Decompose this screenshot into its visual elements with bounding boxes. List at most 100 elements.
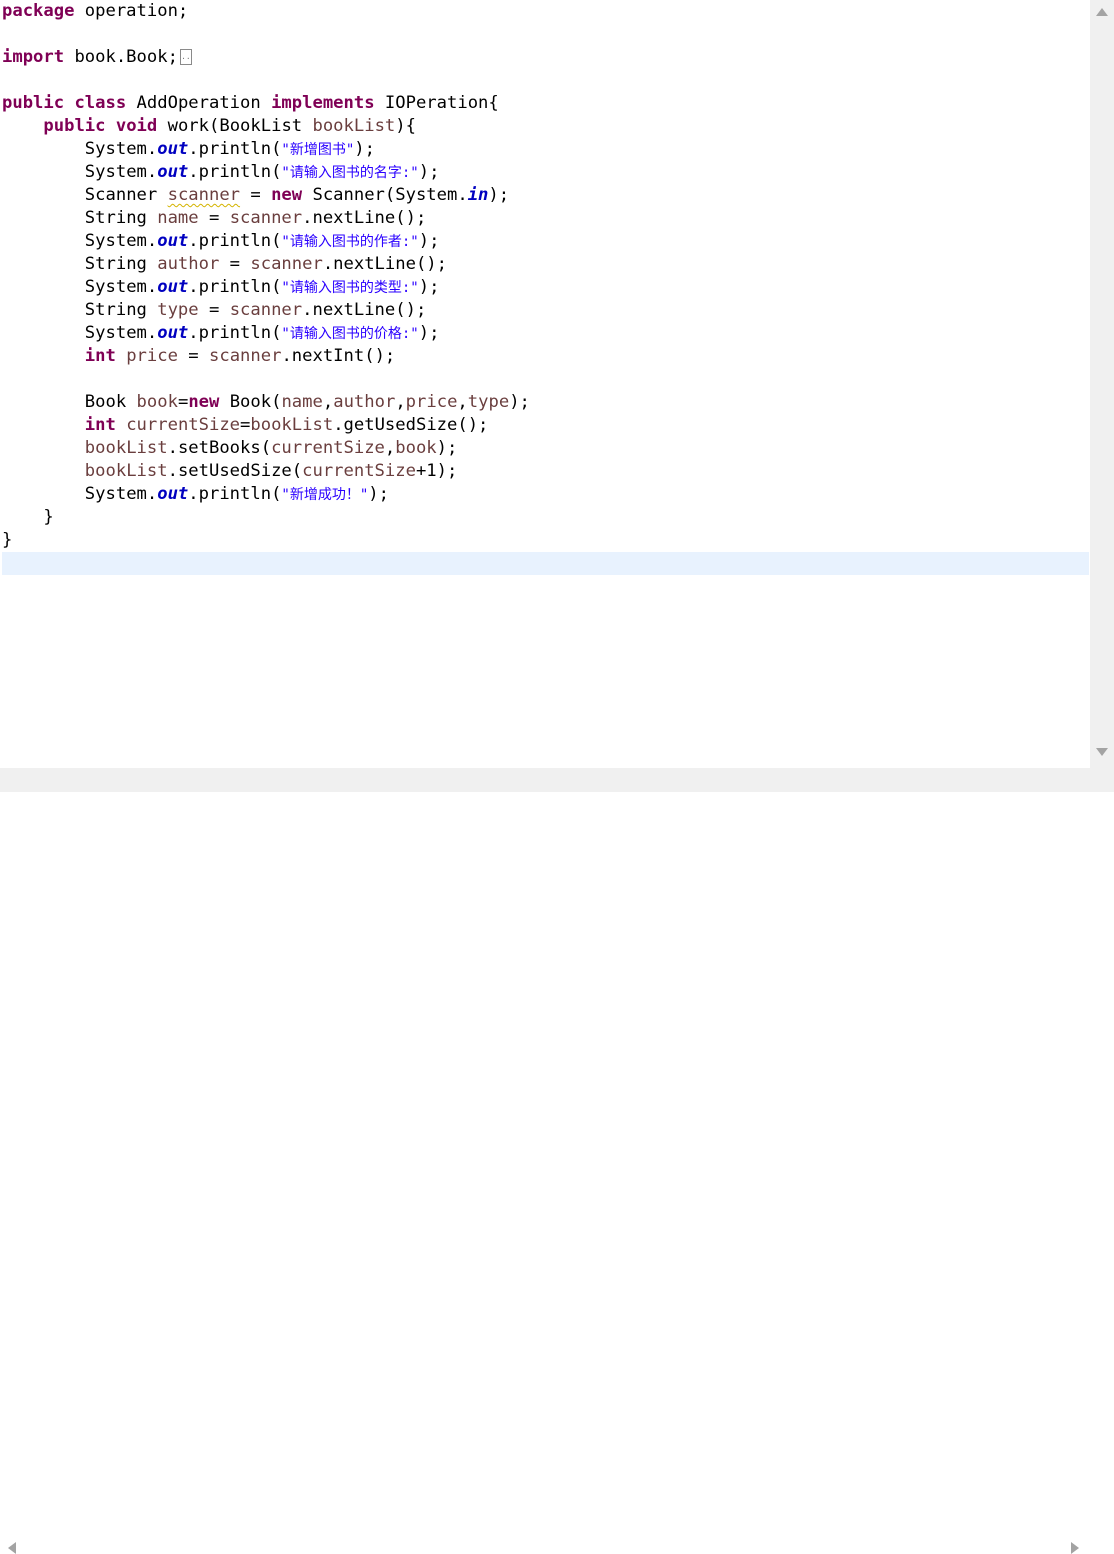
code-text: operation; — [74, 1, 189, 21]
closing-brace: } — [2, 530, 13, 550]
code-line-20[interactable]: bookList.setBooks(currentSize,book); — [2, 437, 1088, 460]
code-text: = — [198, 300, 230, 320]
keyword: new — [188, 392, 220, 412]
static-field: out — [157, 139, 189, 159]
code-text: ){ — [395, 116, 416, 136]
code-text: System. — [84, 323, 158, 343]
code-text: String — [84, 208, 158, 228]
code-text: = — [177, 346, 209, 366]
code-line-24[interactable]: } — [2, 529, 1088, 552]
code-text: = — [198, 208, 230, 228]
scroll-left-arrow-icon[interactable] — [8, 1542, 16, 1554]
horizontal-scrollbar[interactable] — [0, 768, 1114, 1554]
code-line-8[interactable]: System.out.println("请输入图书的名字:"); — [2, 161, 1088, 184]
code-line-21[interactable]: bookList.setUsedSize(currentSize+1); — [2, 460, 1088, 483]
variable: book — [395, 438, 437, 458]
code-line-6[interactable]: public void work(BookList bookList){ — [2, 115, 1088, 138]
keyword: new — [271, 185, 303, 205]
static-field: out — [157, 162, 189, 182]
code-text: .println( — [188, 277, 282, 297]
string-literal: "请输入图书的类型:" — [281, 280, 419, 296]
variable: currentSize — [271, 438, 385, 458]
variable: price — [405, 392, 458, 412]
code-line-1[interactable]: package operation; — [2, 0, 1088, 23]
code-text: book.Book; — [64, 47, 178, 67]
code-text: ); — [488, 185, 510, 205]
code-text: .println( — [188, 484, 282, 504]
code-line-5[interactable]: public class AddOperation implements IOP… — [2, 92, 1088, 115]
string-literal: "请输入图书的名字:" — [281, 165, 419, 181]
static-field: out — [157, 231, 189, 251]
code-line-16[interactable]: int price = scanner.nextInt(); — [2, 345, 1088, 368]
keyword: void — [115, 116, 158, 136]
variable: type — [157, 300, 199, 320]
static-field: out — [157, 484, 189, 504]
code-text: .setBooks( — [167, 438, 272, 458]
variable: author — [157, 254, 220, 274]
code-text: String — [84, 300, 158, 320]
code-line-23[interactable]: } — [2, 506, 1088, 529]
code-text: String — [84, 254, 158, 274]
code-text: .nextLine(); — [322, 254, 447, 274]
scroll-down-arrow-icon[interactable] — [1096, 748, 1108, 756]
keyword: import — [2, 47, 65, 67]
string-literal: "新增图书" — [281, 142, 355, 158]
variable: scanner — [209, 346, 282, 366]
code-text: ); — [436, 438, 458, 458]
code-line-3[interactable]: import book.Book;.. — [2, 46, 1088, 69]
keyword: int — [84, 415, 116, 435]
code-text: ); — [509, 392, 530, 412]
code-text: ); — [418, 162, 440, 182]
static-field: out — [157, 323, 189, 343]
code-line-13[interactable]: System.out.println("请输入图书的类型:"); — [2, 276, 1088, 299]
code-text: = — [177, 392, 189, 412]
variable: scanner — [250, 254, 323, 274]
string-literal: "请输入图书的作者:" — [281, 234, 419, 250]
code-text: Book( — [219, 392, 282, 412]
variable: bookList — [312, 116, 396, 136]
variable: author — [333, 392, 396, 412]
folded-imports-icon[interactable]: .. — [179, 49, 192, 65]
current-line-highlight — [2, 552, 1089, 575]
static-field: in — [467, 185, 489, 205]
variable: book — [136, 392, 178, 412]
code-line-14[interactable]: String type = scanner.nextLine(); — [2, 299, 1088, 322]
code-text: ); — [368, 484, 389, 504]
code-line-7[interactable]: System.out.println("新增图书"); — [2, 138, 1088, 161]
code-line-15[interactable]: System.out.println("请输入图书的价格:"); — [2, 322, 1088, 345]
keyword: class — [74, 93, 127, 113]
code-line-10[interactable]: String name = scanner.nextLine(); — [2, 207, 1088, 230]
code-editor[interactable]: package operation; import book.Book;.. p… — [0, 0, 1090, 768]
code-line-22[interactable]: System.out.println("新增成功！"); — [2, 483, 1088, 506]
code-text: , — [322, 392, 334, 412]
code-line-18[interactable]: Book book=new Book(name,author,price,typ… — [2, 391, 1088, 414]
code-line-19[interactable]: int currentSize=bookList.getUsedSize(); — [2, 414, 1088, 437]
code-text: System. — [84, 484, 158, 504]
variable: currentSize — [302, 461, 416, 481]
scroll-right-arrow-icon[interactable] — [1071, 1542, 1079, 1554]
code-line-12[interactable]: String author = scanner.nextLine(); — [2, 253, 1088, 276]
keyword: int — [84, 346, 116, 366]
code-text: Scanner — [84, 185, 168, 205]
scroll-up-arrow-icon[interactable] — [1096, 8, 1108, 16]
closing-brace: } — [43, 507, 54, 527]
code-text: System. — [84, 139, 158, 159]
code-line-11[interactable]: System.out.println("请输入图书的作者:"); — [2, 230, 1088, 253]
code-line-9[interactable]: Scanner scanner = new Scanner(System.in)… — [2, 184, 1088, 207]
code-text: .nextInt(); — [281, 346, 396, 366]
variable: bookList — [250, 415, 334, 435]
static-field: out — [157, 277, 189, 297]
code-text: Book — [84, 392, 137, 412]
code-text: .println( — [188, 162, 282, 182]
code-text: ); — [418, 277, 440, 297]
vertical-scrollbar[interactable] — [1090, 0, 1114, 768]
code-text: System. — [84, 231, 158, 251]
code-text: .println( — [188, 231, 282, 251]
variable-warning[interactable]: scanner — [168, 185, 240, 205]
code-text: Scanner(System. — [302, 185, 468, 205]
string-literal: "新增成功！" — [281, 487, 369, 503]
code-text: , — [457, 392, 468, 412]
code-text: = — [219, 254, 251, 274]
code-text: .nextLine(); — [302, 300, 427, 320]
code-text: ); — [354, 139, 375, 159]
